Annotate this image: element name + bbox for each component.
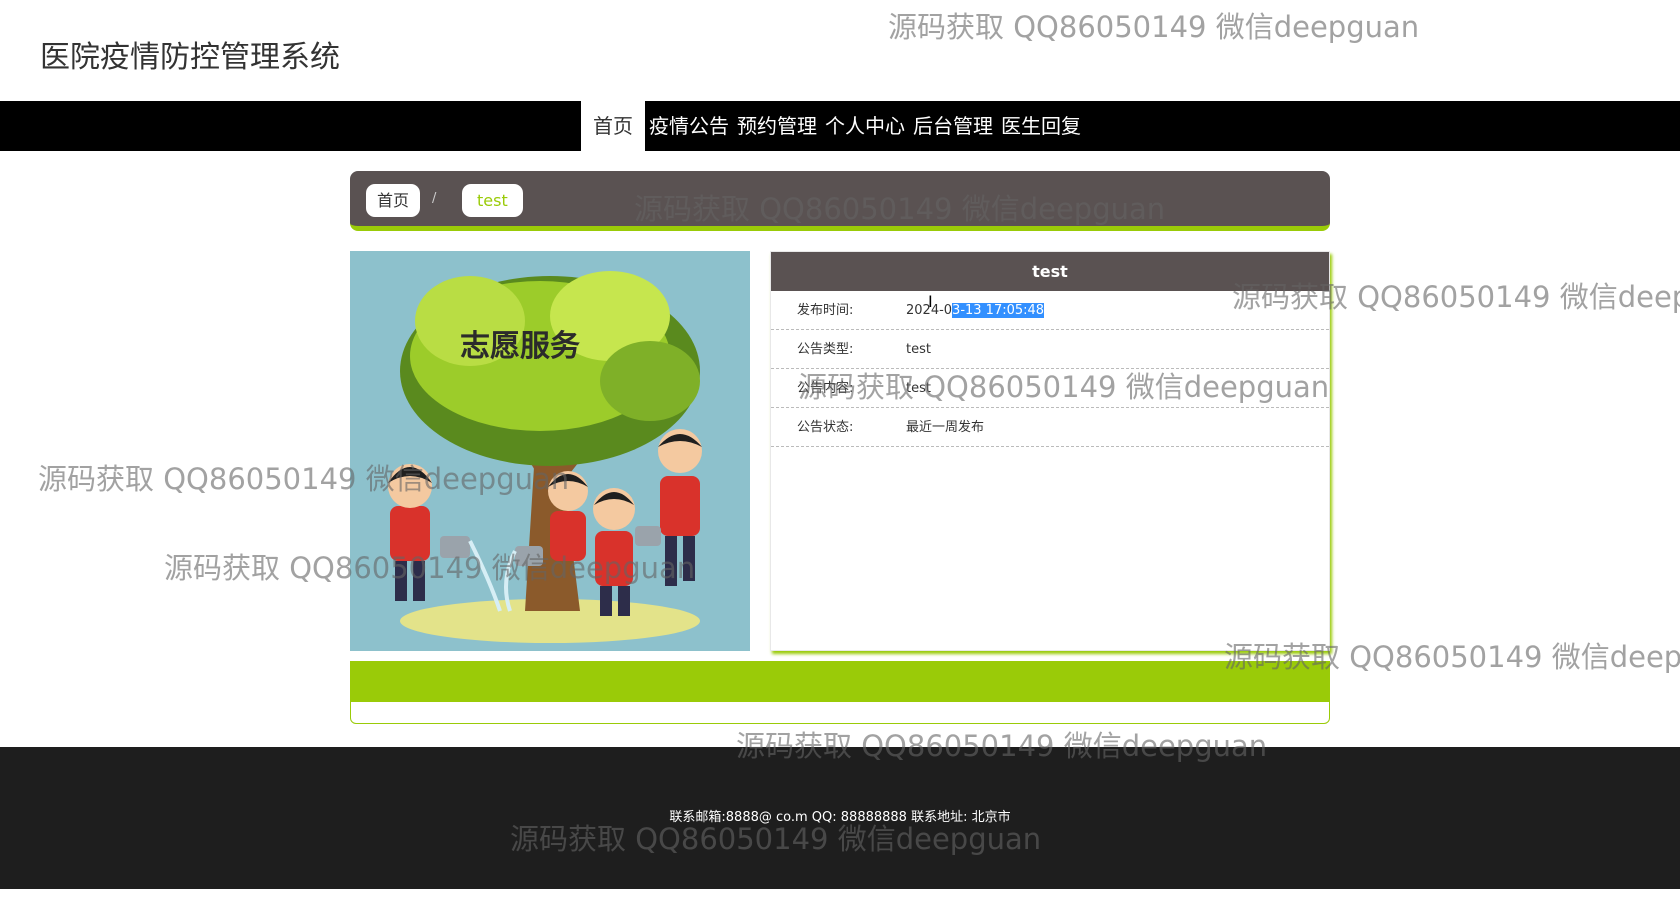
nav-item-profile[interactable]: 个人中心 — [821, 101, 909, 151]
main-nav: 首页 疫情公告 预约管理 个人中心 后台管理 医生回复 — [0, 101, 1680, 151]
detail-value: test — [906, 342, 931, 357]
breadcrumb: 首页 / test — [350, 171, 1330, 231]
detail-value: test — [906, 381, 931, 396]
nav-items: 首页 疫情公告 预约管理 个人中心 后台管理 医生回复 — [581, 101, 1085, 151]
detail-row-type: 公告类型: test — [771, 330, 1329, 369]
nav-item-admin[interactable]: 后台管理 — [909, 101, 997, 151]
nav-item-announcements[interactable]: 疫情公告 — [645, 101, 733, 151]
svg-text:志愿服务: 志愿服务 — [460, 329, 580, 364]
footer-contact: 联系邮箱:8888@ co.m QQ: 88888888 联系地址: 北京市 — [669, 810, 1011, 825]
detail-value: 2024-03-13 17:05:48 — [906, 291, 1045, 330]
detail-label: 公告内容: — [797, 381, 854, 396]
site-header: 医院疫情防控管理系统 — [0, 0, 1680, 101]
detail-row-status: 公告状态: 最近一周发布 — [771, 408, 1329, 447]
detail-row-content: 公告内容: test — [771, 369, 1329, 408]
nav-item-doctor-reply[interactable]: 医生回复 — [997, 101, 1085, 151]
detail-row-publish-time: 发布时间: 2024-03-13 17:05:48 — [771, 291, 1329, 330]
text-cursor-icon: I — [928, 292, 933, 311]
breadcrumb-home-link[interactable]: 首页 — [366, 184, 421, 217]
content-section-header — [351, 662, 1329, 702]
site-footer: 联系邮箱:8888@ co.m QQ: 88888888 联系地址: 北京市 — [0, 747, 1680, 889]
notice-title: test — [771, 252, 1329, 291]
nav-item-appointments[interactable]: 预约管理 — [733, 101, 821, 151]
page: 医院疫情防控管理系统 首页 疫情公告 预约管理 个人中心 后台管理 医生回复 首… — [0, 0, 1680, 904]
detail-label: 发布时间: — [797, 303, 854, 318]
notice-detail-panel: test 发布时间: 2024-03-13 17:05:48 公告类型: tes… — [770, 251, 1330, 651]
detail-label: 公告类型: — [797, 342, 854, 357]
breadcrumb-current: test — [462, 184, 523, 217]
notice-image: 志愿服务 — [350, 251, 750, 651]
publish-time-selected: 3-13 17:05:48 — [952, 303, 1045, 318]
detail-value: 最近一周发布 — [906, 420, 985, 435]
breadcrumb-separator: / — [432, 191, 437, 206]
nav-item-home[interactable]: 首页 — [581, 101, 645, 151]
site-title: 医院疫情防控管理系统 — [40, 40, 340, 75]
detail-label: 公告状态: — [797, 420, 854, 435]
content-section-box — [350, 661, 1330, 724]
